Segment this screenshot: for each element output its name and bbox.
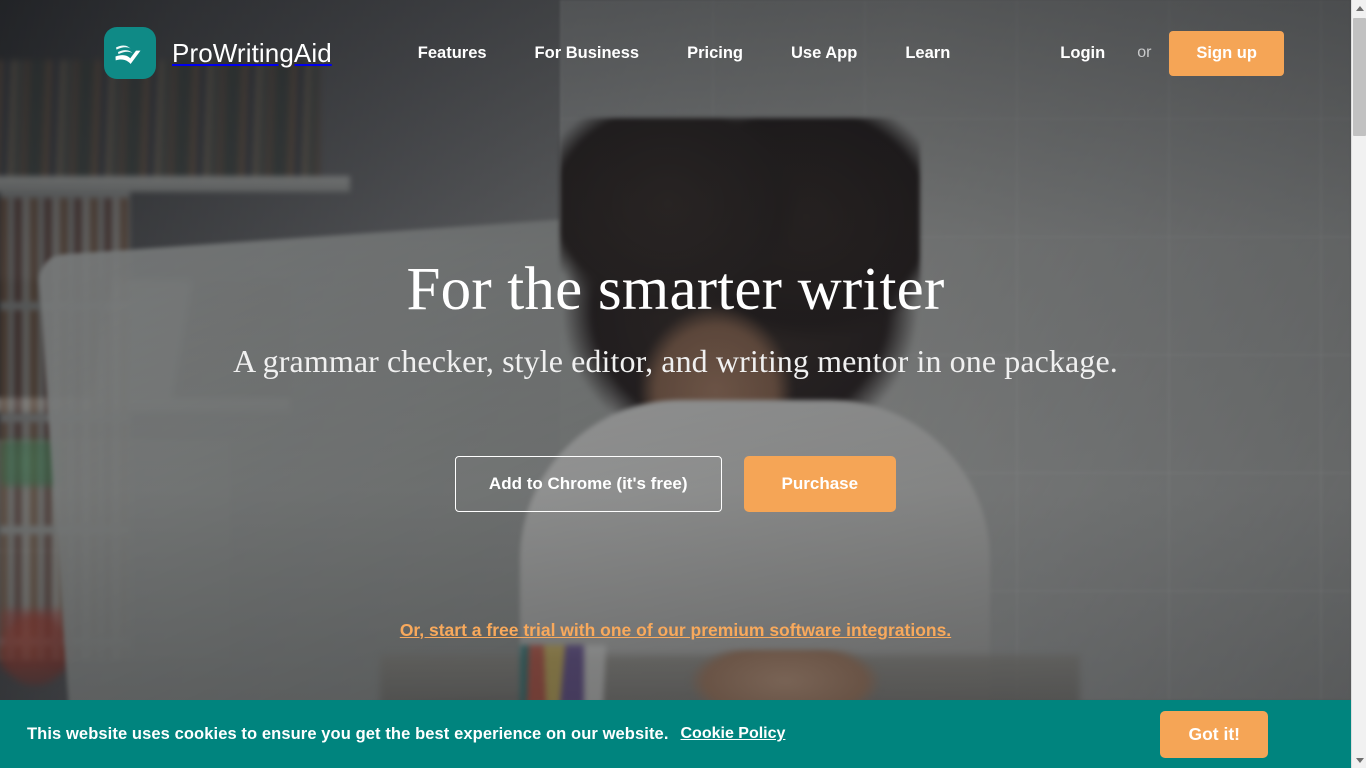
- nav-or-label: or: [1137, 44, 1152, 61]
- nav-item-pricing[interactable]: Pricing: [663, 44, 767, 63]
- nav-item-use-app[interactable]: Use App: [767, 44, 881, 63]
- add-to-chrome-button[interactable]: Add to Chrome (it's free): [454, 455, 722, 512]
- nav-item-for-business[interactable]: For Business: [511, 44, 664, 63]
- scrollbar-thumb[interactable]: [1353, 18, 1366, 136]
- page-viewport: ProWritingAid Features For Business Pric…: [0, 0, 1351, 768]
- brand-name: ProWritingAid: [172, 37, 332, 68]
- brand-logo-link[interactable]: ProWritingAid: [104, 27, 332, 79]
- hero-subtitle: A grammar checker, style editor, and wri…: [233, 342, 1118, 379]
- hero-cta-row: Add to Chrome (it's free) Purchase: [454, 455, 897, 512]
- cookie-accept-button[interactable]: Got it!: [1160, 710, 1268, 758]
- scroll-down-arrow-icon[interactable]: [1352, 752, 1366, 768]
- chevron-down-glyph: [1355, 757, 1364, 763]
- cookie-message: This website uses cookies to ensure you …: [27, 724, 669, 743]
- site-header: ProWritingAid Features For Business Pric…: [0, 0, 1351, 106]
- book-check-icon: [104, 27, 156, 79]
- signup-button[interactable]: Sign up: [1169, 30, 1284, 76]
- nav-item-learn[interactable]: Learn: [881, 44, 974, 63]
- scroll-up-arrow-icon[interactable]: [1352, 0, 1366, 16]
- nav-item-features[interactable]: Features: [394, 44, 511, 63]
- purchase-button[interactable]: Purchase: [743, 455, 897, 512]
- main-navigation: Features For Business Pricing Use App Le…: [394, 30, 1284, 76]
- login-link[interactable]: Login: [1036, 44, 1129, 63]
- free-trial-link[interactable]: Or, start a free trial with one of our p…: [400, 620, 951, 641]
- cookie-consent-banner: This website uses cookies to ensure you …: [0, 700, 1351, 768]
- chevron-up-glyph: [1355, 5, 1364, 11]
- page-title: For the smarter writer: [406, 256, 945, 323]
- cookie-policy-link[interactable]: Cookie Policy: [681, 725, 786, 743]
- vertical-scrollbar[interactable]: [1351, 0, 1366, 768]
